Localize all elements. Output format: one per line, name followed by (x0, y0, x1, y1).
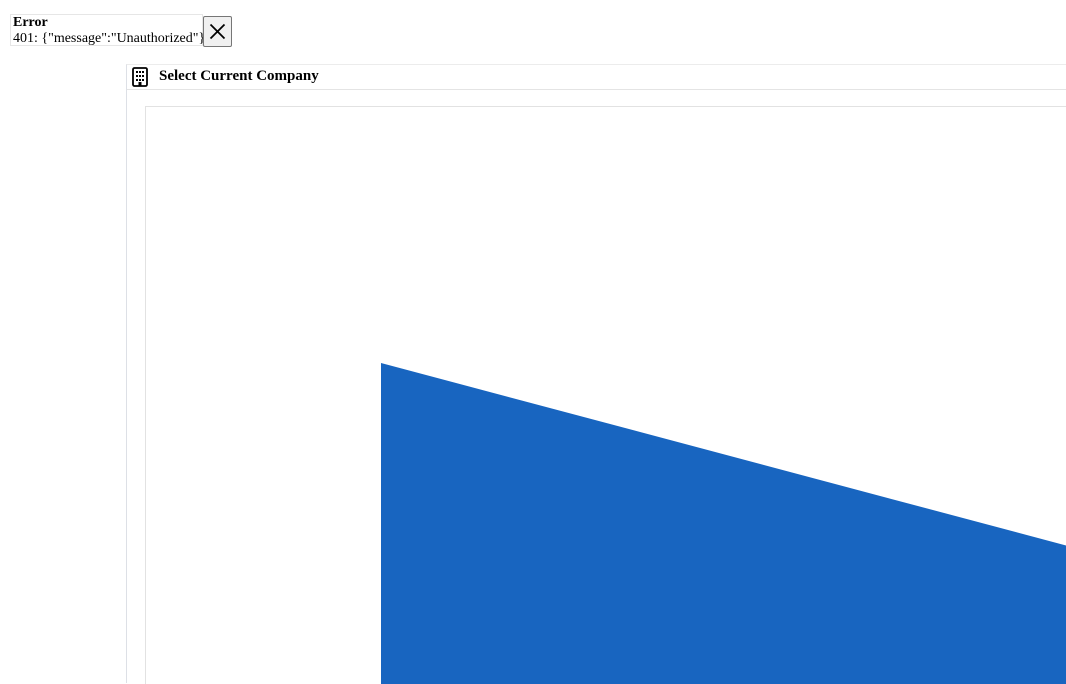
panel-header: Select Current Company (127, 65, 1066, 90)
panel-title: Select Current Company (159, 68, 319, 84)
blue-shape (381, 363, 1066, 684)
building-icon (132, 67, 148, 87)
error-banner: Error 401: {"message":"Unauthorized"} (10, 14, 206, 46)
loading-illustration (381, 363, 1066, 684)
error-message: 401: {"message":"Unauthorized"} (13, 31, 206, 46)
select-company-panel: Select Current Company (126, 64, 1066, 684)
close-button[interactable] (203, 16, 232, 47)
close-icon (209, 23, 226, 40)
company-content-area (145, 106, 1066, 684)
error-title: Error (13, 15, 48, 30)
